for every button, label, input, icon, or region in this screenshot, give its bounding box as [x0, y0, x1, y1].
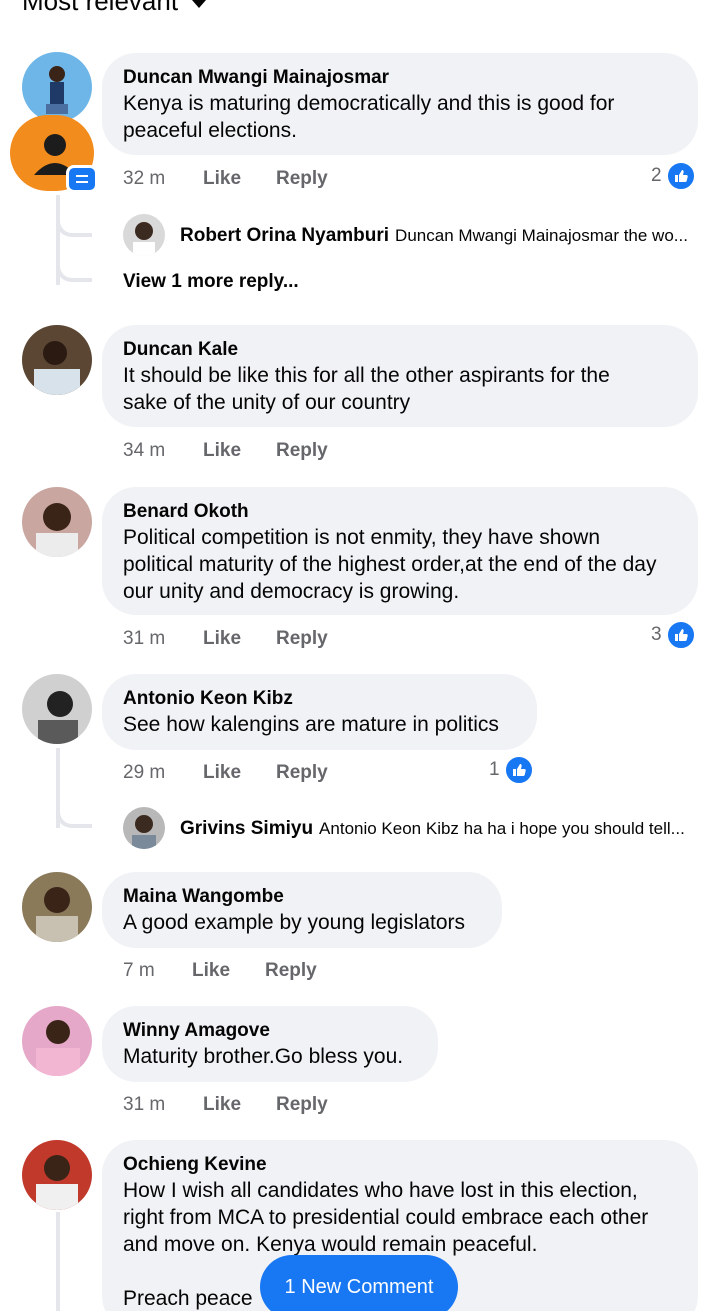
like-button[interactable]: Like: [203, 628, 276, 650]
messenger-badge-icon: [66, 165, 98, 193]
comment-text: sake of the unity of our country: [123, 391, 411, 414]
reply-item[interactable]: Robert Orina Nyamburi Duncan Mwangi Maina…: [180, 225, 688, 247]
comment-text: and move on. Kenya would remain peaceful…: [123, 1233, 538, 1256]
view-more-replies-link[interactable]: View 1 more reply...: [123, 271, 299, 293]
thread-connector: [56, 240, 92, 282]
avatar[interactable]: [22, 325, 92, 395]
comment-text: our unity and democracy is growing.: [123, 580, 460, 603]
comment-actions: 31 m Like Reply: [123, 1094, 328, 1116]
comment-actions: 7 m Like Reply: [123, 960, 317, 982]
comment-text: political maturity of the highest order,…: [123, 553, 657, 576]
reaction-count[interactable]: 1: [489, 755, 534, 785]
like-reaction-icon: [665, 161, 696, 191]
like-button[interactable]: Like: [192, 960, 265, 982]
comment-time: 32 m: [123, 168, 166, 189]
avatar[interactable]: [22, 1006, 92, 1076]
comment-text: A good example by young legislators: [123, 911, 466, 934]
comment-actions: 34 m Like Reply: [123, 440, 328, 462]
comment-author[interactable]: Antonio Keon Kibz: [123, 687, 516, 711]
reaction-number: 1: [489, 759, 500, 780]
comment-author[interactable]: Benard Okoth: [123, 500, 677, 524]
like-reaction-icon: [665, 620, 696, 650]
comment-text: Maturity brother.Go bless you.: [123, 1045, 404, 1068]
thread-line: [56, 1212, 60, 1311]
comment-bubble[interactable]: Duncan Kale It should be like this for a…: [102, 325, 698, 427]
comment-bubble[interactable]: Antonio Keon Kibz See how kalengins are …: [102, 674, 537, 750]
like-button[interactable]: Like: [203, 168, 276, 190]
reaction-count[interactable]: 3: [651, 620, 696, 650]
comment-time: 29 m: [123, 762, 166, 783]
comment-time: 34 m: [123, 440, 166, 461]
reply-preview: Duncan Mwangi Mainajosmar the wo...: [395, 226, 688, 245]
avatar[interactable]: [22, 52, 92, 122]
like-button[interactable]: Like: [203, 762, 276, 784]
comment-bubble[interactable]: Benard Okoth Political competition is no…: [102, 487, 698, 615]
comment-time: 31 m: [123, 628, 166, 649]
comment-time: 31 m: [123, 1094, 166, 1115]
sort-label: Most relevant: [22, 0, 179, 16]
reply-button[interactable]: Reply: [276, 762, 328, 784]
comment-bubble[interactable]: Maina Wangombe A good example by young l…: [102, 872, 502, 948]
comment-bubble[interactable]: Duncan Mwangi Mainajosmar Kenya is matur…: [102, 53, 698, 155]
reaction-count[interactable]: 2: [651, 161, 696, 191]
like-button[interactable]: Like: [203, 1094, 276, 1116]
comment-actions: 31 m Like Reply: [123, 628, 328, 650]
comment-actions: 29 m Like Reply: [123, 762, 328, 784]
reaction-number: 2: [651, 165, 662, 186]
avatar[interactable]: [22, 674, 92, 744]
like-button[interactable]: Like: [203, 440, 276, 462]
avatar[interactable]: [22, 872, 92, 942]
comment-author[interactable]: Duncan Mwangi Mainajosmar: [123, 66, 677, 90]
reply-button[interactable]: Reply: [276, 168, 328, 190]
avatar[interactable]: [22, 1140, 92, 1210]
thread-connector: [56, 195, 92, 237]
comment-text: See how kalengins are mature in politics: [123, 713, 499, 736]
reply-avatar[interactable]: [123, 214, 165, 256]
thread-connector: [56, 748, 92, 828]
reply-button[interactable]: Reply: [276, 1094, 328, 1116]
comment-actions: 32 m Like Reply: [123, 168, 328, 190]
avatar[interactable]: [22, 487, 92, 557]
reply-avatar[interactable]: [123, 807, 165, 849]
comment-author[interactable]: Duncan Kale: [123, 338, 677, 362]
comment-text: Kenya is maturing democratically and thi…: [123, 92, 615, 115]
comment-author[interactable]: Ochieng Kevine: [123, 1153, 677, 1177]
reply-author[interactable]: Grivins Simiyu: [180, 818, 313, 839]
comment-text: Political competition is not enmity, the…: [123, 526, 601, 549]
reply-preview: Antonio Keon Kibz ha ha i hope you shoul…: [319, 819, 685, 838]
comment-text: peaceful elections.: [123, 119, 297, 142]
reaction-number: 3: [651, 624, 662, 645]
sort-dropdown[interactable]: Most relevant: [22, 0, 207, 17]
comment-author[interactable]: Maina Wangombe: [123, 885, 481, 909]
comment-bubble[interactable]: Winny Amagove Maturity brother.Go bless …: [102, 1006, 438, 1082]
comment-text: How I wish all candidates who have lost …: [123, 1179, 638, 1202]
chevron-down-icon: [192, 0, 207, 8]
comment-author[interactable]: Winny Amagove: [123, 1019, 417, 1043]
comment-time: 7 m: [123, 960, 155, 981]
reply-item[interactable]: Grivins Simiyu Antonio Keon Kibz ha ha i …: [180, 818, 685, 840]
reply-button[interactable]: Reply: [276, 628, 328, 650]
reply-author[interactable]: Robert Orina Nyamburi: [180, 225, 389, 246]
reply-button[interactable]: Reply: [276, 440, 328, 462]
comment-text: right from MCA to presidential could emb…: [123, 1206, 649, 1229]
reply-button[interactable]: Reply: [265, 960, 317, 982]
new-comment-button[interactable]: 1 New Comment: [260, 1255, 458, 1311]
like-reaction-icon: [503, 755, 534, 785]
comment-text: It should be like this for all the other…: [123, 364, 610, 387]
